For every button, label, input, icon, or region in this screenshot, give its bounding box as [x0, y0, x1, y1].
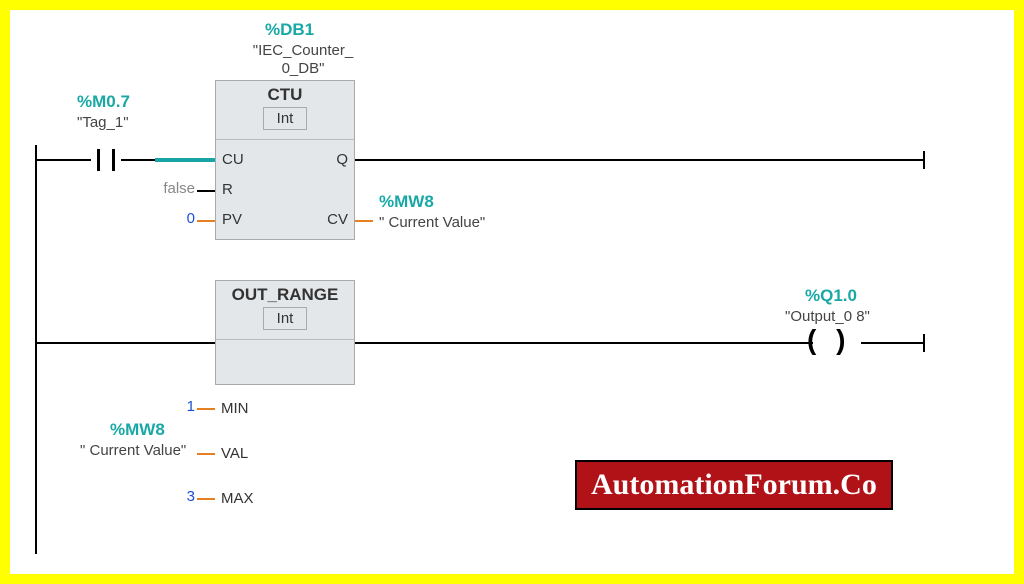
wire: [795, 342, 813, 344]
db-address: %DB1: [265, 20, 314, 40]
wire-stub: [197, 453, 215, 455]
rung-end-tick: [923, 334, 925, 352]
pin-r: R: [222, 181, 233, 198]
ctu-block-type: CTU: [216, 81, 354, 107]
wire-stub: [197, 498, 215, 500]
pin-min: MIN: [221, 400, 249, 417]
wire-highlight: [155, 158, 215, 162]
outrange-block[interactable]: OUT_RANGE Int: [215, 280, 355, 385]
wire: [36, 159, 91, 161]
wire-stub: [197, 190, 215, 192]
outrange-max-value[interactable]: 3: [155, 488, 195, 505]
ctu-block-datatype[interactable]: Int: [263, 107, 307, 130]
outrange-datatype[interactable]: Int: [263, 307, 307, 330]
left-power-rail: [35, 145, 37, 554]
wire: [861, 342, 925, 344]
pin-cv: CV: [327, 211, 348, 228]
wire: [355, 159, 925, 161]
ladder-canvas: %DB1 "IEC_Counter_ 0_DB" %M0.7 "Tag_1" C…: [35, 20, 1014, 554]
wire-stub: [197, 220, 215, 222]
output-coil[interactable]: ( ): [807, 324, 851, 356]
outrange-val-address: %MW8: [110, 420, 165, 440]
contact-open[interactable]: [91, 145, 121, 175]
coil-address: %Q1.0: [805, 286, 857, 306]
coil-tag: "Output_0 8": [785, 308, 870, 325]
pin-max: MAX: [221, 490, 254, 507]
ctu-pv-value[interactable]: 0: [145, 210, 195, 227]
pin-cu: CU: [222, 151, 244, 168]
wire-stub: [355, 220, 373, 222]
pin-val: VAL: [221, 445, 248, 462]
watermark: AutomationForum.Co: [575, 460, 893, 510]
outrange-min-value[interactable]: 1: [155, 398, 195, 415]
pin-pv: PV: [222, 211, 242, 228]
ctu-cv-address: %MW8: [379, 192, 434, 212]
outrange-val-tag: " Current Value": [80, 442, 186, 459]
wire-stub: [197, 408, 215, 410]
rung-end-tick: [923, 151, 925, 169]
pin-q: Q: [336, 151, 348, 168]
wire: [36, 342, 215, 344]
outrange-type: OUT_RANGE: [216, 281, 354, 307]
ctu-cv-tag: " Current Value": [379, 214, 485, 231]
contact1-tag: "Tag_1": [77, 114, 129, 131]
db-name-line1: "IEC_Counter_: [243, 42, 363, 59]
ctu-block[interactable]: CTU Int CU R PV Q CV: [215, 80, 355, 240]
wire: [355, 342, 795, 344]
contact1-address: %M0.7: [77, 92, 130, 112]
ctu-r-value[interactable]: false: [145, 180, 195, 197]
db-name-line2: 0_DB": [243, 60, 363, 77]
